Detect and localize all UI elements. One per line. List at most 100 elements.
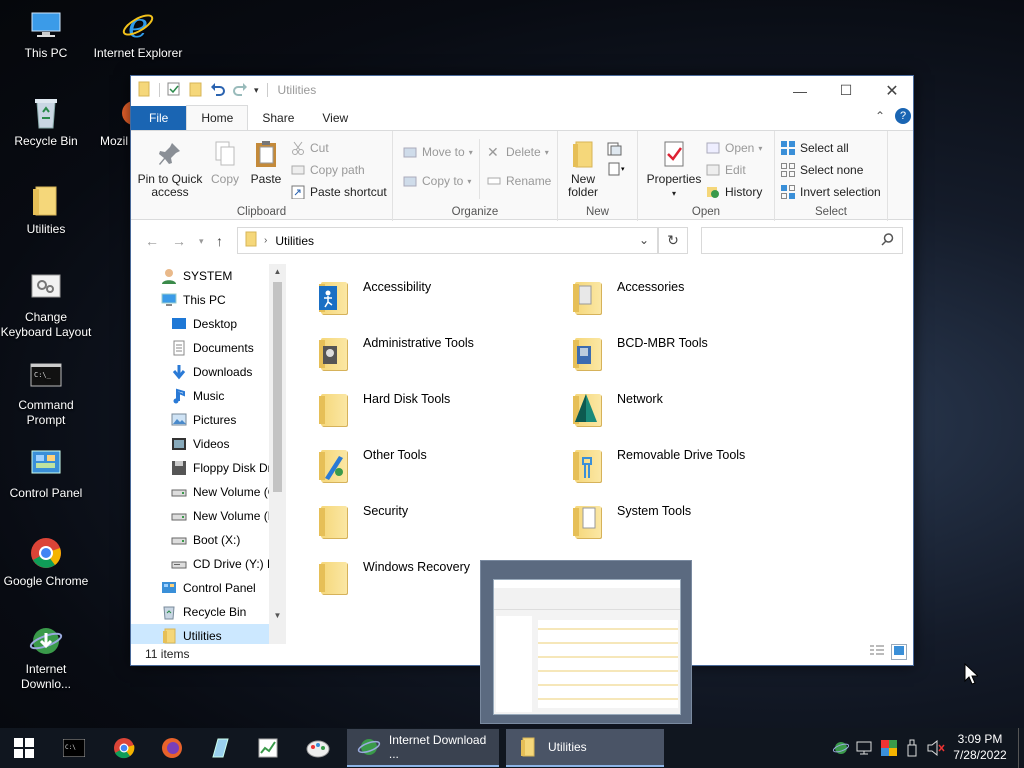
taskbar-window-utilities[interactable]: Utilities: [506, 729, 664, 767]
tab-share[interactable]: Share: [248, 106, 308, 130]
tray-network-icon[interactable]: [854, 728, 876, 768]
paste-button[interactable]: Paste: [245, 139, 287, 186]
search-box[interactable]: [701, 227, 903, 254]
redo-icon[interactable]: [232, 81, 248, 100]
search-icon[interactable]: [881, 233, 894, 249]
address-dropdown-icon[interactable]: ⌄: [639, 233, 649, 247]
paste-shortcut-button[interactable]: Paste shortcut: [291, 185, 387, 200]
folder-item-hard-disk-tools[interactable]: Hard Disk Tools: [317, 386, 567, 430]
properties-quick-icon[interactable]: [166, 81, 182, 100]
move-to-button[interactable]: Move to ▾: [403, 145, 473, 159]
desktop-icon-idm[interactable]: Internet Downlo...: [0, 624, 92, 692]
nav-item-new-volume-d[interactable]: New Volume (D: [131, 504, 287, 528]
select-all-button[interactable]: Select all: [781, 141, 849, 155]
scroll-up-icon[interactable]: ▲: [269, 264, 286, 280]
tab-view[interactable]: View: [308, 106, 362, 130]
large-icons-view-icon[interactable]: [891, 644, 907, 660]
taskbar-app-chart[interactable]: [246, 728, 290, 768]
tray-idm-icon[interactable]: [830, 728, 852, 768]
collapse-ribbon-icon[interactable]: ⌃: [875, 109, 885, 123]
delete-button[interactable]: ✕ Delete ▾: [487, 145, 549, 159]
nav-item-recycle-bin[interactable]: Recycle Bin: [131, 600, 287, 624]
up-arrow-icon[interactable]: ↑: [216, 233, 223, 249]
customize-quick-access-icon[interactable]: ▾: [254, 85, 259, 96]
new-folder-button[interactable]: New folder: [562, 139, 604, 199]
breadcrumb-utilities[interactable]: Utilities: [275, 234, 314, 248]
folder-item-removable-drive-tools[interactable]: Removable Drive Tools: [571, 442, 821, 486]
folder-item-administrative-tools[interactable]: Administrative Tools: [317, 330, 567, 374]
recent-locations-chevron-icon[interactable]: ▾: [199, 236, 204, 247]
nav-item-downloads[interactable]: Downloads: [131, 360, 287, 384]
taskbar-firefox[interactable]: [150, 728, 194, 768]
copy-to-button[interactable]: Copy to ▾: [403, 174, 471, 188]
tray-usb-icon[interactable]: [902, 728, 922, 768]
search-input[interactable]: [706, 228, 876, 252]
desktop-icon-google-chrome[interactable]: Google Chrome: [0, 536, 92, 589]
help-icon[interactable]: ?: [895, 108, 911, 124]
refresh-button[interactable]: ↻: [658, 227, 688, 254]
nav-item-this-pc[interactable]: This PC: [131, 288, 287, 312]
nav-item-videos[interactable]: Videos: [131, 432, 287, 456]
maximize-button[interactable]: ☐: [823, 76, 869, 105]
minimize-button[interactable]: —: [777, 76, 823, 105]
folder-item-bcd-mbr-tools[interactable]: BCD-MBR Tools: [571, 330, 821, 374]
pin-quick-access-button[interactable]: Pin to Quick access: [137, 139, 203, 199]
taskbar-chrome[interactable]: [102, 728, 146, 768]
desktop-icon-this-pc[interactable]: This PC: [0, 8, 92, 61]
desktop-icon-utilities[interactable]: Utilities: [0, 184, 92, 237]
address-bar[interactable]: › Utilities ⌄: [237, 227, 658, 254]
properties-button[interactable]: Properties ▾: [642, 139, 706, 200]
tab-home[interactable]: Home: [186, 105, 249, 130]
folder-item-security[interactable]: Security: [317, 498, 567, 542]
nav-item-music[interactable]: Music: [131, 384, 287, 408]
navigation-pane[interactable]: SYSTEM This PC Desktop Documents Downloads Mu…: [131, 264, 287, 644]
taskbar-window-idm[interactable]: Internet Download ...: [347, 729, 499, 767]
open-button[interactable]: Open ▾: [706, 141, 762, 155]
edit-button[interactable]: Edit: [706, 163, 746, 177]
copy-button[interactable]: Copy: [203, 139, 247, 186]
desktop-icon-change-keyboard[interactable]: Change Keyboard Layout: [0, 272, 92, 340]
desktop-icon-internet-explorer[interactable]: e Internet Explorer: [92, 6, 184, 61]
show-desktop-button[interactable]: [1018, 728, 1024, 768]
back-arrow-icon[interactable]: ←: [145, 233, 159, 249]
desktop-icon-command-prompt[interactable]: C:\_ Command Prompt: [0, 360, 92, 428]
undo-icon[interactable]: [210, 81, 226, 100]
folder-item-accessibility[interactable]: Accessibility: [317, 274, 567, 318]
nav-item-system[interactable]: SYSTEM: [131, 264, 287, 288]
close-button[interactable]: ✕: [869, 76, 915, 105]
details-view-icon[interactable]: [869, 644, 885, 659]
title-bar[interactable]: ▾ Utilities — ☐ ✕: [131, 76, 913, 105]
nav-item-pictures[interactable]: Pictures: [131, 408, 287, 432]
folder-item-system-tools[interactable]: System Tools: [571, 498, 821, 542]
cut-button[interactable]: Cut: [291, 141, 329, 155]
nav-item-new-volume-c[interactable]: New Volume (C: [131, 480, 287, 504]
invert-selection-button[interactable]: Invert selection: [781, 185, 881, 199]
new-item-icon[interactable]: [606, 141, 626, 157]
scrollbar-thumb[interactable]: [273, 282, 282, 492]
tray-display-icon[interactable]: [878, 728, 900, 768]
navigation-scrollbar[interactable]: ▲ ▼: [269, 264, 286, 644]
desktop-icon-recycle-bin[interactable]: Recycle Bin: [0, 96, 92, 149]
forward-arrow-icon[interactable]: →: [172, 233, 186, 249]
scroll-down-icon[interactable]: ▼: [269, 611, 286, 620]
select-none-button[interactable]: Select none: [781, 163, 863, 177]
desktop-icon-firefox[interactable]: Mozil: [92, 96, 132, 149]
folder-item-other-tools[interactable]: Other Tools: [317, 442, 567, 486]
nav-item-boot-x[interactable]: Boot (X:): [131, 528, 287, 552]
rename-button[interactable]: Rename: [487, 174, 551, 188]
nav-item-documents[interactable]: Documents: [131, 336, 287, 360]
copy-path-button[interactable]: Copy path: [291, 163, 365, 177]
nav-item-utilities[interactable]: Utilities: [131, 624, 269, 644]
history-button[interactable]: History: [706, 185, 762, 199]
desktop-icon-control-panel[interactable]: Control Panel: [0, 448, 92, 501]
taskbar-app-glass[interactable]: [198, 728, 242, 768]
nav-item-desktop[interactable]: Desktop: [131, 312, 287, 336]
clock[interactable]: 3:09 PM 7/28/2022: [950, 731, 1010, 763]
folder-item-accessories[interactable]: Accessories: [571, 274, 821, 318]
easy-access-icon[interactable]: ▾: [606, 161, 626, 177]
nav-item-floppy-disk-dri[interactable]: Floppy Disk Dri: [131, 456, 287, 480]
folder-item-network[interactable]: Network: [571, 386, 821, 430]
start-button[interactable]: [0, 728, 48, 768]
new-folder-quick-icon[interactable]: [188, 81, 204, 100]
taskbar-command-prompt[interactable]: C:\: [52, 728, 96, 768]
